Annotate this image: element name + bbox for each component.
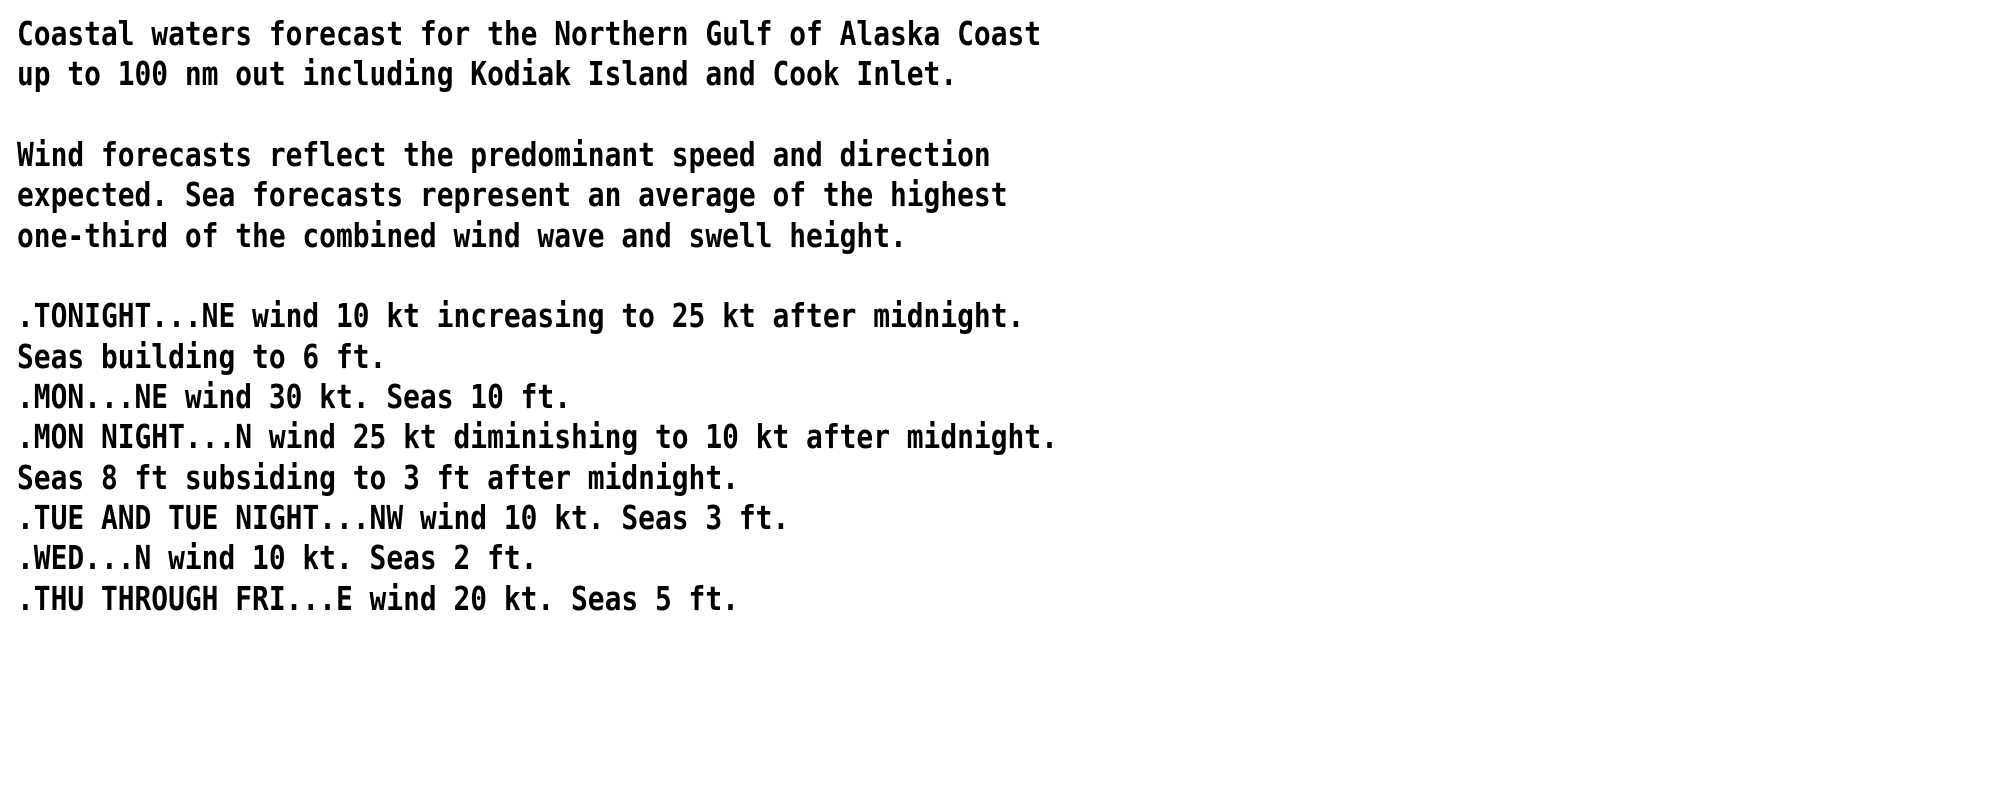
forecast-period-tonight-line: .TONIGHT...NE wind 10 kt increasing to 2…: [17, 296, 1025, 336]
forecast-period-mon-line: .MON...NE wind 30 kt. Seas 10 ft.: [17, 377, 572, 417]
forecast-text-line: up to 100 nm out including Kodiak Island…: [17, 54, 958, 94]
forecast-text-line: one-third of the combined wind wave and …: [17, 215, 907, 255]
forecast-period-tonight-seas-line: Seas building to 6 ft.: [17, 336, 387, 376]
forecast-text-line: Wind forecasts reflect the predominant s…: [17, 135, 991, 175]
forecast-document: Coastal waters forecast for the Northern…: [0, 0, 2000, 811]
forecast-period-wed-line: .WED...N wind 10 kt. Seas 2 ft.: [17, 538, 538, 578]
forecast-period-mon-night-line: .MON NIGHT...N wind 25 kt diminishing to…: [17, 417, 1058, 457]
forecast-period-thu-fri-line: .THU THROUGH FRI...E wind 20 kt. Seas 5 …: [17, 578, 739, 618]
forecast-text-line: Coastal waters forecast for the Northern…: [17, 14, 1042, 53]
forecast-period-mon-night-seas-line: Seas 8 ft subsiding to 3 ft after midnig…: [17, 457, 739, 497]
forecast-text-line: expected. Sea forecasts represent an ave…: [17, 175, 1008, 215]
forecast-period-tue-line: .TUE AND TUE NIGHT...NW wind 10 kt. Seas…: [17, 498, 790, 538]
